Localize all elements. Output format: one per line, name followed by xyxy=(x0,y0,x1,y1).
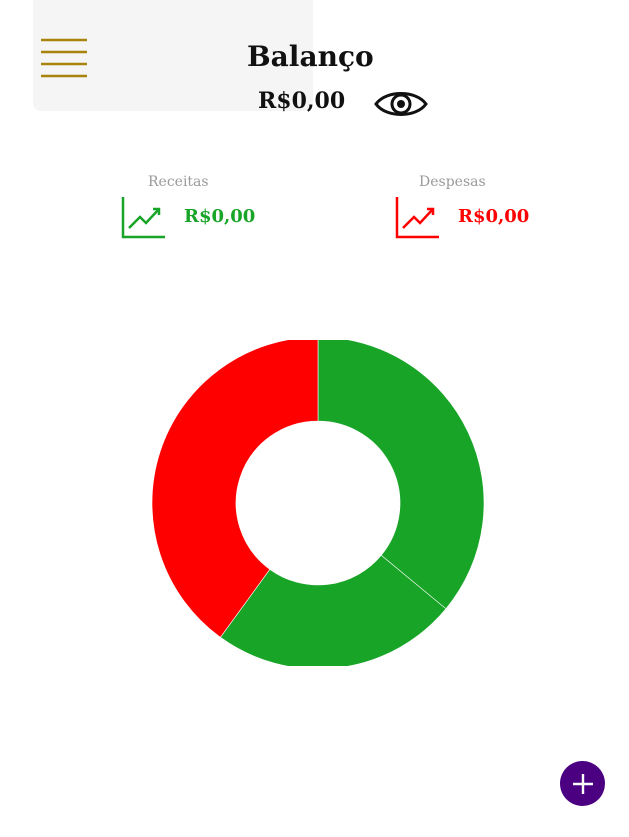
plus-icon xyxy=(572,773,593,794)
app-screen: Balanço R$0,00 Receitas R$0,00 Despesas … xyxy=(0,0,629,837)
eye-icon xyxy=(374,92,428,116)
balance-value: R$0,00 xyxy=(258,88,346,114)
expenses-label: Despesas xyxy=(419,174,486,190)
add-transaction-button[interactable] xyxy=(560,761,605,806)
hamburger-menu-icon xyxy=(41,38,87,78)
expenses-value: R$0,00 xyxy=(458,206,530,227)
page-title: Balanço xyxy=(247,40,374,73)
income-label: Receitas xyxy=(148,174,209,190)
donut-chart xyxy=(151,340,485,666)
trending-up-icon xyxy=(395,195,441,239)
income-value: R$0,00 xyxy=(184,206,256,227)
donut-slice-1 xyxy=(317,340,485,610)
trending-up-icon xyxy=(121,195,167,239)
menu-button[interactable] xyxy=(40,38,88,80)
toggle-balance-visibility-button[interactable] xyxy=(374,86,428,122)
